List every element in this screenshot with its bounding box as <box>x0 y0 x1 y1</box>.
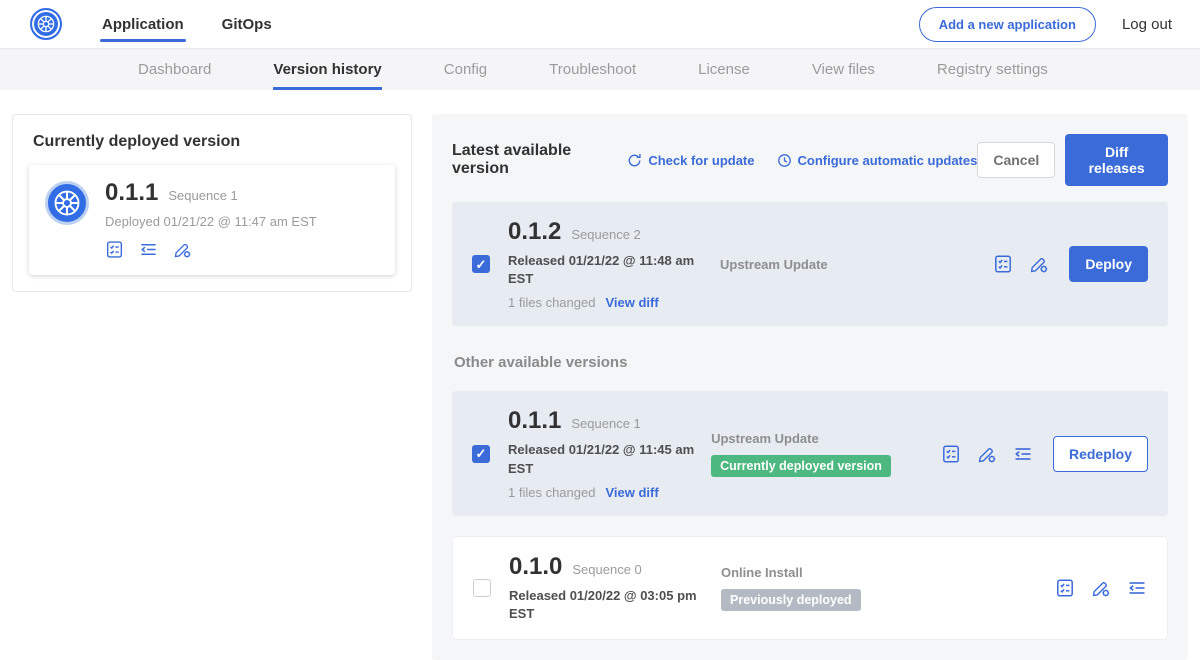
deployed-version-box: 0.1.1 Sequence 1 Deployed 01/21/22 @ 11:… <box>29 165 395 275</box>
check-for-update-label: Check for update <box>648 153 754 168</box>
source-label: Online Install <box>721 565 961 580</box>
header-right: Add a new application Log out <box>919 7 1172 42</box>
app-tabs: Dashboard Version history Config Trouble… <box>0 49 1200 90</box>
source-label: Upstream Update <box>711 431 941 446</box>
tab-registry-settings-label: Registry settings <box>937 61 1048 78</box>
released-timestamp: Released 01/21/22 @ 11:45 am EST <box>508 441 708 477</box>
tab-version-history-label: Version history <box>273 61 381 78</box>
edit-config-icon[interactable] <box>1029 254 1049 274</box>
release-notes-icon[interactable] <box>941 444 961 464</box>
version-info: 0.1.2 Sequence 2 Released 01/21/22 @ 11:… <box>508 218 720 310</box>
nav-application[interactable]: Application <box>100 0 186 48</box>
deployed-version-info: 0.1.1 Sequence 1 Deployed 01/21/22 @ 11:… <box>105 179 317 259</box>
diff-releases-button[interactable]: Diff releases <box>1065 134 1168 186</box>
other-versions-title: Other available versions <box>454 354 1166 371</box>
redeploy-button[interactable]: Redeploy <box>1053 436 1148 472</box>
view-diff-icon[interactable] <box>1127 578 1147 598</box>
view-diff-link[interactable]: View diff <box>605 485 658 500</box>
deployed-version-number: 0.1.1 <box>105 179 158 207</box>
tab-registry-settings[interactable]: Registry settings <box>937 49 1048 90</box>
release-notes-icon[interactable] <box>105 240 124 259</box>
version-source: Upstream Update <box>720 257 960 272</box>
primary-nav: Application GitOps <box>100 0 274 48</box>
files-changed-label: 1 files changed <box>508 485 595 500</box>
previously-deployed-badge: Previously deployed <box>721 589 861 611</box>
version-source: Online Install Previously deployed <box>721 565 961 611</box>
source-label: Upstream Update <box>720 257 960 272</box>
sequence-label: Sequence 0 <box>572 562 641 577</box>
row-spacer <box>452 516 1168 536</box>
currently-deployed-badge: Currently deployed version <box>711 455 891 477</box>
row-actions: Redeploy <box>941 436 1148 472</box>
panel-header: Latest available version Check for updat… <box>452 134 1168 186</box>
tab-dashboard-label: Dashboard <box>138 61 211 78</box>
version-checkbox[interactable]: ✓ <box>472 255 490 273</box>
version-row-0-1-2: ✓ 0.1.2 Sequence 2 Released 01/21/22 @ 1… <box>452 202 1168 326</box>
add-application-button[interactable]: Add a new application <box>919 7 1096 42</box>
tab-config-label: Config <box>444 61 487 78</box>
edit-config-icon[interactable] <box>1091 578 1111 598</box>
deployed-actions <box>105 240 317 259</box>
released-timestamp: Released 01/21/22 @ 11:48 am EST <box>508 252 708 288</box>
tab-version-history[interactable]: Version history <box>273 49 381 90</box>
edit-config-icon[interactable] <box>977 444 997 464</box>
view-diff-link[interactable]: View diff <box>605 295 658 310</box>
currently-deployed-card: Currently deployed version 0.1.1 Sequenc… <box>12 114 412 292</box>
check-for-update-link[interactable]: Check for update <box>627 153 754 168</box>
deployed-timestamp: Deployed 01/21/22 @ 11:47 am EST <box>105 214 317 229</box>
version-number: 0.1.0 <box>509 553 562 581</box>
version-number: 0.1.1 <box>508 407 561 435</box>
version-info: 0.1.0 Sequence 0 Released 01/20/22 @ 03:… <box>509 553 721 623</box>
version-checkbox[interactable] <box>473 579 491 597</box>
sequence-label: Sequence 2 <box>571 227 640 242</box>
tab-view-files-label: View files <box>812 61 875 78</box>
deployed-card-title: Currently deployed version <box>29 131 395 165</box>
released-timestamp: Released 01/20/22 @ 03:05 pm EST <box>509 587 709 623</box>
version-row-0-1-0: 0.1.0 Sequence 0 Released 01/20/22 @ 03:… <box>452 536 1168 640</box>
configure-auto-updates-label: Configure automatic updates <box>798 153 978 168</box>
version-number: 0.1.2 <box>508 218 561 246</box>
deploy-button[interactable]: Deploy <box>1069 246 1148 282</box>
version-info: 0.1.1 Sequence 1 Released 01/21/22 @ 11:… <box>508 407 711 499</box>
version-history-panel: Latest available version Check for updat… <box>432 114 1188 660</box>
view-diff-icon[interactable] <box>139 240 158 259</box>
nav-gitops[interactable]: GitOps <box>220 0 274 48</box>
release-notes-icon[interactable] <box>993 254 1013 274</box>
tab-license[interactable]: License <box>698 49 750 90</box>
version-row-0-1-1: ✓ 0.1.1 Sequence 1 Released 01/21/22 @ 1… <box>452 391 1168 515</box>
nav-application-label: Application <box>102 16 184 33</box>
sequence-label: Sequence 1 <box>571 416 640 431</box>
logout-link[interactable]: Log out <box>1122 16 1172 33</box>
tab-license-label: License <box>698 61 750 78</box>
tab-dashboard[interactable]: Dashboard <box>138 49 211 90</box>
version-source: Upstream Update Currently deployed versi… <box>711 431 941 477</box>
tab-config[interactable]: Config <box>444 49 487 90</box>
version-checkbox[interactable]: ✓ <box>472 445 490 463</box>
tab-troubleshoot[interactable]: Troubleshoot <box>549 49 636 90</box>
tab-troubleshoot-label: Troubleshoot <box>549 61 636 78</box>
view-diff-icon[interactable] <box>1013 444 1033 464</box>
release-notes-icon[interactable] <box>1055 578 1075 598</box>
app-logo <box>45 181 89 225</box>
kubernetes-wheel-icon <box>36 14 56 34</box>
app-header: Application GitOps Add a new application… <box>0 0 1200 49</box>
row-actions: Deploy <box>993 246 1148 282</box>
latest-version-title: Latest available version <box>452 142 605 178</box>
files-changed-label: 1 files changed <box>508 295 595 310</box>
kubernetes-wheel-icon <box>52 188 82 218</box>
main-content: Currently deployed version 0.1.1 Sequenc… <box>0 90 1200 660</box>
deployed-sequence-label: Sequence 1 <box>168 188 237 203</box>
edit-config-icon[interactable] <box>173 240 192 259</box>
nav-gitops-label: GitOps <box>222 16 272 33</box>
row-actions <box>1055 578 1147 598</box>
cancel-button[interactable]: Cancel <box>977 142 1055 178</box>
clock-icon <box>777 153 792 168</box>
refresh-icon <box>627 153 642 168</box>
kubernetes-logo <box>30 8 62 40</box>
tab-view-files[interactable]: View files <box>812 49 875 90</box>
configure-auto-updates-link[interactable]: Configure automatic updates <box>777 153 978 168</box>
